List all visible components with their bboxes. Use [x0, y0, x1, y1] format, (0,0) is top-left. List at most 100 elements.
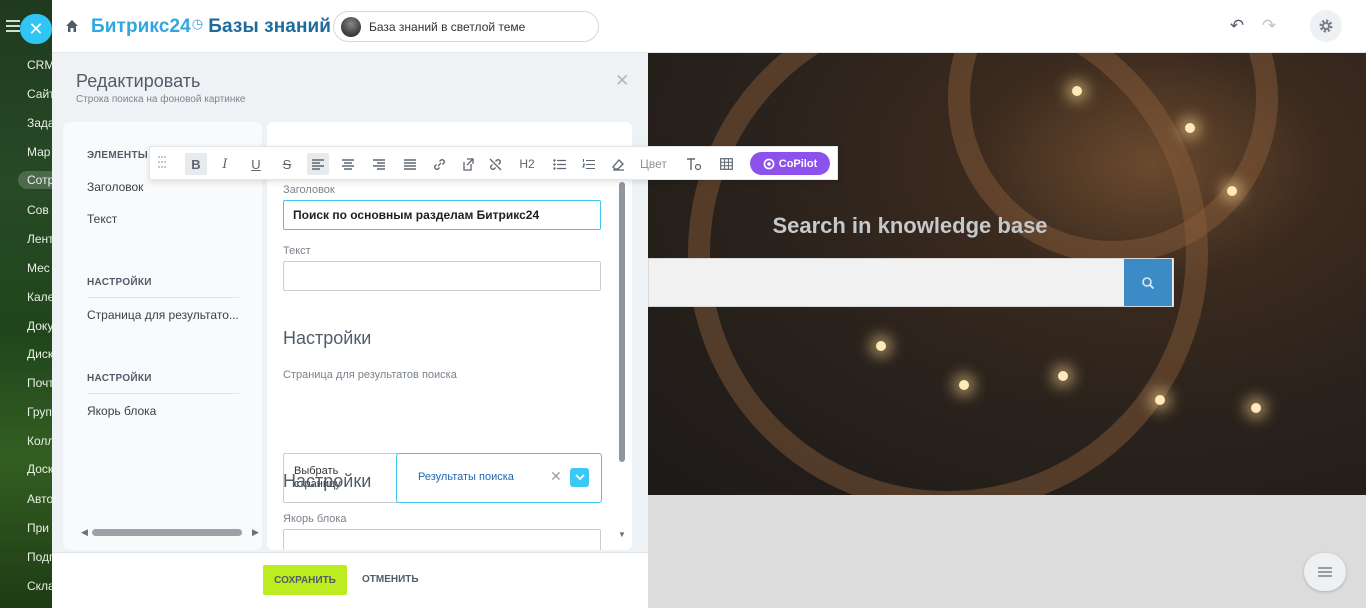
close-slider-button[interactable]: ✕	[20, 14, 52, 44]
left-menu-item[interactable]: Мар	[27, 145, 50, 159]
undo-icon[interactable]: ↶	[1228, 17, 1246, 35]
horizontal-scrollbar[interactable]: ◀ ▶	[81, 527, 259, 538]
eraser-icon	[611, 158, 624, 171]
scroll-right-icon[interactable]: ▶	[252, 527, 259, 538]
chevron-down-icon	[574, 474, 585, 481]
hero-title: Search in knowledge base	[772, 213, 1048, 238]
dropdown-button[interactable]	[570, 468, 589, 487]
left-menu-item[interactable]: Диск	[27, 347, 52, 361]
insert-link-icon	[462, 157, 474, 171]
settings-button[interactable]	[1310, 10, 1342, 42]
strikethrough-button[interactable]: S	[276, 153, 298, 175]
heading-label: Заголовок	[283, 184, 335, 196]
left-menu-item[interactable]: Кале	[27, 290, 52, 304]
numbered-list-button[interactable]	[577, 153, 599, 175]
align-left-icon	[312, 158, 324, 170]
left-menu-item[interactable]: Сов	[27, 203, 49, 217]
unlink-button[interactable]	[484, 153, 506, 175]
scrollbar-thumb[interactable]	[92, 529, 242, 536]
nav-divider	[87, 393, 239, 394]
bulb-decoration	[876, 341, 886, 351]
bullet-list-icon	[552, 158, 566, 170]
copilot-button[interactable]: CoPilot	[750, 152, 830, 175]
vertical-scrollbar[interactable]: ▼	[618, 146, 626, 541]
scrollbar-thumb[interactable]	[619, 182, 625, 462]
logo-section: Базы знаний	[208, 16, 332, 37]
left-menu-item[interactable]: Почт	[27, 376, 52, 390]
copilot-icon	[763, 158, 775, 169]
font-button[interactable]	[683, 153, 705, 175]
link-icon	[433, 158, 445, 170]
bulb-decoration	[959, 380, 969, 390]
bitrix-left-menu: CRM Сайт Зада Мар Сотр Сов Лент Мес Кале…	[0, 0, 52, 608]
left-menu-item[interactable]: Груп	[27, 405, 52, 419]
align-left-button[interactable]	[307, 153, 329, 175]
scroll-down-icon[interactable]: ▼	[618, 530, 626, 539]
align-justify-button[interactable]	[399, 153, 421, 175]
left-menu-item[interactable]: Подп	[27, 550, 52, 564]
align-right-button[interactable]	[368, 153, 390, 175]
clock-icon: ◷	[191, 16, 204, 31]
clear-format-button[interactable]	[607, 153, 629, 175]
heading-field[interactable]: Поиск по основным разделам Битрикс24	[283, 200, 601, 230]
left-menu-item[interactable]: Колл	[27, 434, 52, 448]
left-menu-item[interactable]: При	[27, 521, 49, 535]
save-button[interactable]: СОХРАНИТЬ	[263, 565, 347, 595]
close-icon: ✕	[28, 18, 44, 39]
bulb-decoration	[1185, 123, 1195, 133]
copilot-label: CoPilot	[778, 157, 818, 170]
nav-item-results-page[interactable]: Страница для результато...	[87, 308, 239, 322]
site-selector[interactable]: База знаний в светлой теме	[333, 11, 599, 42]
left-menu-item[interactable]: Мес	[27, 261, 50, 275]
bullet-list-button[interactable]	[548, 153, 570, 175]
form-navigation: ЭЛЕМЕНТЫ Б Заголовок Текст НАСТРОЙКИ Стр…	[63, 122, 262, 550]
scroll-left-icon[interactable]: ◀	[81, 527, 88, 538]
left-menu-item[interactable]: CRM	[27, 58, 52, 72]
panel-title: Редактировать	[76, 71, 201, 91]
drag-handle-icon[interactable]	[158, 156, 166, 171]
cancel-button[interactable]: ОТМЕНИТЬ	[362, 574, 419, 585]
heading-h2-button[interactable]: H2	[516, 153, 538, 175]
bulb-decoration	[1072, 86, 1082, 96]
color-button[interactable]: Цвет	[640, 153, 667, 175]
selected-page-field[interactable]: Результаты поиска ✕	[396, 453, 602, 503]
bulb-decoration	[1155, 395, 1165, 405]
clear-icon[interactable]: ✕	[550, 468, 562, 485]
redo-icon[interactable]: ↷	[1260, 17, 1278, 35]
hero-search-button[interactable]	[1124, 259, 1172, 306]
hero-search-input[interactable]	[648, 258, 1174, 307]
text-field[interactable]	[283, 261, 601, 291]
gear-icon	[1319, 19, 1333, 33]
text-format-toolbar: B I U S H2 Цвет CoPilot	[149, 146, 838, 180]
align-center-icon	[342, 158, 354, 170]
close-icon[interactable]: ✕	[615, 71, 629, 91]
block-list-button[interactable]	[1304, 553, 1346, 591]
nav-item-heading[interactable]: Заголовок	[87, 180, 239, 194]
nav-section-settings: НАСТРОЙКИ	[87, 373, 152, 384]
table-button[interactable]	[715, 153, 737, 175]
left-menu-item[interactable]: Скла	[27, 579, 52, 593]
bold-button[interactable]: B	[185, 153, 207, 175]
link-button[interactable]	[428, 153, 450, 175]
left-menu-item[interactable]: Лент	[27, 232, 52, 246]
left-menu-item-active[interactable]: Сотр	[18, 171, 52, 189]
burger-menu-icon[interactable]	[6, 20, 20, 35]
next-block-preview	[648, 495, 1366, 608]
underline-button[interactable]: U	[245, 153, 267, 175]
left-menu-item[interactable]: Зада	[27, 116, 52, 130]
nav-item-text[interactable]: Текст	[87, 212, 239, 226]
italic-button[interactable]: I	[214, 153, 236, 175]
insert-link-button[interactable]	[456, 153, 478, 175]
left-menu-item[interactable]: Сайт	[27, 87, 52, 101]
site-selector-label: База знаний в светлой теме	[369, 20, 526, 34]
nav-section-settings: НАСТРОЙКИ	[87, 277, 152, 288]
nav-item-anchor[interactable]: Якорь блока	[87, 404, 239, 418]
anchor-field[interactable]	[283, 529, 601, 550]
left-menu-item[interactable]: Доск	[27, 462, 52, 476]
landing-topbar: Битрикс24◷ Базы знаний База знаний в свет…	[52, 0, 1366, 53]
left-menu-item[interactable]: Авто	[27, 492, 52, 506]
left-menu-item[interactable]: Доку	[27, 319, 52, 333]
selected-page-value: Результаты поиска	[418, 471, 514, 483]
align-center-button[interactable]	[337, 153, 359, 175]
home-icon[interactable]	[65, 19, 79, 33]
